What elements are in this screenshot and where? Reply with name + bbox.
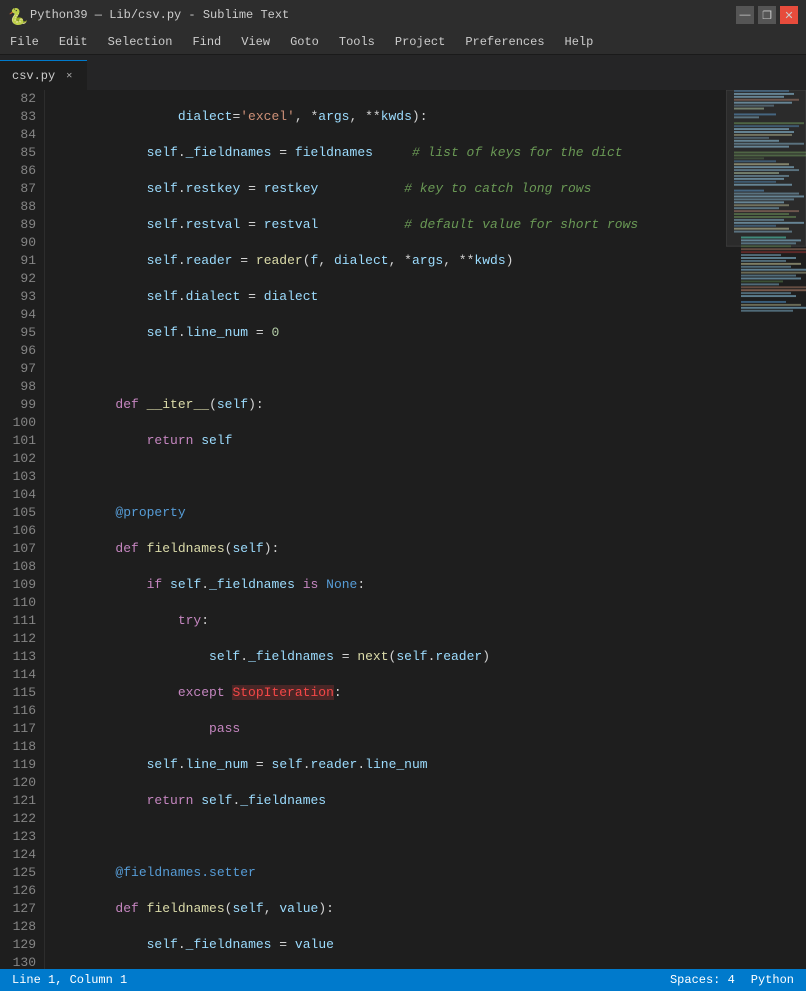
title-left: 🐍 Python39 — Lib/csv.py - Sublime Text (8, 7, 289, 23)
title-bar: 🐍 Python39 — Lib/csv.py - Sublime Text —… (0, 0, 806, 30)
menu-find[interactable]: Find (182, 30, 231, 54)
tab-close-button[interactable]: ✕ (63, 69, 75, 83)
close-button[interactable]: ✕ (780, 6, 798, 24)
menu-edit[interactable]: Edit (49, 30, 98, 54)
title-text: Python39 — Lib/csv.py - Sublime Text (30, 8, 289, 22)
editor-area: 8283848586 8788899091 9293949596 9798991… (0, 90, 806, 969)
menu-tools[interactable]: Tools (329, 30, 385, 54)
status-bar: Line 1, Column 1 Spaces: 4 Python (0, 969, 806, 991)
menu-preferences[interactable]: Preferences (455, 30, 554, 54)
code-content: 8283848586 8788899091 9293949596 9798991… (0, 90, 806, 969)
title-controls: — ❐ ✕ (736, 6, 798, 24)
cursor-position[interactable]: Line 1, Column 1 (12, 973, 127, 987)
menu-file[interactable]: File (0, 30, 49, 54)
indentation[interactable]: Spaces: 4 (670, 973, 735, 987)
restore-button[interactable]: ❐ (758, 6, 776, 24)
status-left: Line 1, Column 1 (12, 973, 127, 987)
status-right: Spaces: 4 Python (670, 973, 794, 987)
menu-help[interactable]: Help (555, 30, 604, 54)
language-mode[interactable]: Python (751, 973, 794, 987)
menu-view[interactable]: View (231, 30, 280, 54)
menu-goto[interactable]: Goto (280, 30, 329, 54)
code-lines[interactable]: dialect='excel', *args, **kwds): self._f… (45, 90, 726, 969)
tab-bar: csv.py ✕ (0, 55, 806, 90)
menu-project[interactable]: Project (385, 30, 455, 54)
minimize-button[interactable]: — (736, 6, 754, 24)
minimap-canvas (726, 90, 806, 969)
code-editor[interactable]: 8283848586 8788899091 9293949596 9798991… (0, 90, 806, 969)
minimap (726, 90, 806, 969)
app-icon: 🐍 (8, 7, 24, 23)
menu-bar: File Edit Selection Find View Goto Tools… (0, 30, 806, 55)
tab-csv[interactable]: csv.py ✕ (0, 60, 87, 90)
menu-selection[interactable]: Selection (98, 30, 183, 54)
tab-label: csv.py (12, 69, 55, 83)
line-numbers: 8283848586 8788899091 9293949596 9798991… (0, 90, 45, 969)
